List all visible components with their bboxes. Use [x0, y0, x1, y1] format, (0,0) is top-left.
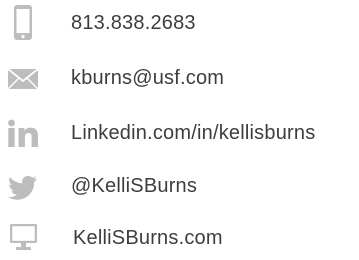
contact-row-email: kburns@usf.com	[0, 60, 359, 100]
twitter-bird-icon	[4, 172, 42, 204]
contact-row-twitter: @KelliSBurns	[0, 168, 359, 208]
envelope-icon	[4, 66, 42, 98]
phone-number-link[interactable]: 813.838.2683	[71, 11, 196, 35]
website-link[interactable]: KelliSBurns.com	[73, 226, 223, 250]
contact-list: 813.838.2683 kburns@usf.com Linkedin.com…	[0, 0, 359, 252]
email-link[interactable]: kburns@usf.com	[71, 66, 224, 90]
monitor-icon	[4, 222, 42, 254]
contact-row-phone: 813.838.2683	[0, 4, 359, 44]
contact-row-website: KelliSBurns.com	[0, 220, 359, 260]
linkedin-link[interactable]: Linkedin.com/in/kellisburns	[71, 121, 315, 145]
contact-row-linkedin: Linkedin.com/in/kellisburns	[0, 114, 359, 154]
phone-icon	[4, 4, 42, 40]
twitter-handle-link[interactable]: @KelliSBurns	[71, 174, 197, 198]
linkedin-icon	[4, 118, 42, 150]
